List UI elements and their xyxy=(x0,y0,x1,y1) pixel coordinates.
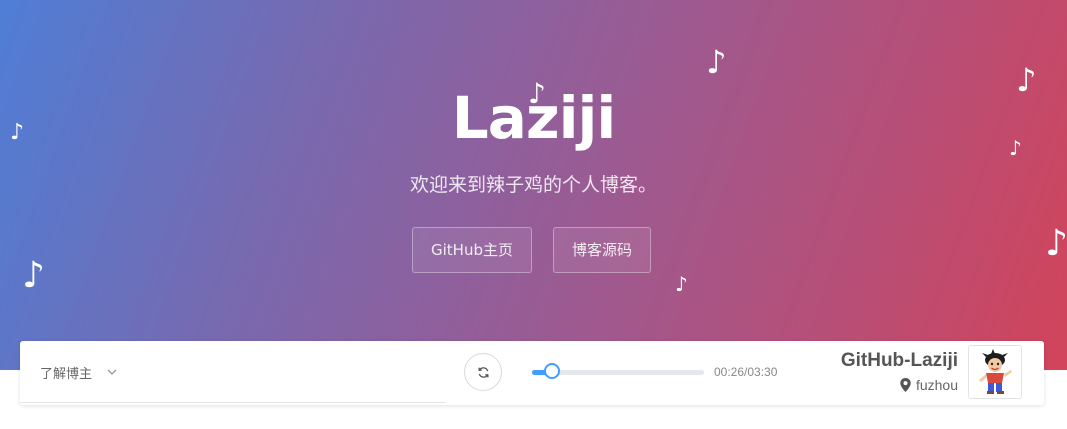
site-title: Laziji xyxy=(451,84,617,152)
location-pin-icon xyxy=(900,378,911,392)
github-home-button[interactable]: GitHub主页 xyxy=(412,227,532,273)
chevron-down-icon xyxy=(107,369,117,375)
music-note-icon: ♪ xyxy=(22,255,45,296)
avatar[interactable] xyxy=(968,345,1022,399)
music-note-icon: ♪ xyxy=(1045,223,1067,264)
hero-banner: ♪ ♪ ♪ ♪ ♪ ♪ ♪ ♪ Laziji 欢迎来到辣子鸡的个人博客。 Git… xyxy=(0,0,1067,370)
site-subtitle: 欢迎来到辣子鸡的个人博客。 xyxy=(409,174,657,196)
profile-location: fuzhou xyxy=(900,377,958,393)
refresh-icon xyxy=(478,367,489,378)
about-menu[interactable]: 了解博主 xyxy=(20,341,446,403)
music-note-icon: ♪ xyxy=(706,43,727,81)
about-menu-label: 了解博主 xyxy=(40,367,93,382)
blog-source-button[interactable]: 博客源码 xyxy=(553,227,651,273)
info-bar: 了解博主 00:26/03:30 GitHub-Laziji fuzhou xyxy=(20,341,1044,405)
playback-time: 00:26/03:30 xyxy=(714,365,778,379)
location-text: fuzhou xyxy=(915,377,958,393)
progress-thumb[interactable] xyxy=(544,363,561,379)
profile-name[interactable]: GitHub-Laziji xyxy=(841,350,958,372)
music-note-icon: ♪ xyxy=(675,272,688,296)
refresh-button[interactable] xyxy=(464,353,502,391)
progress-slider[interactable] xyxy=(532,363,704,379)
